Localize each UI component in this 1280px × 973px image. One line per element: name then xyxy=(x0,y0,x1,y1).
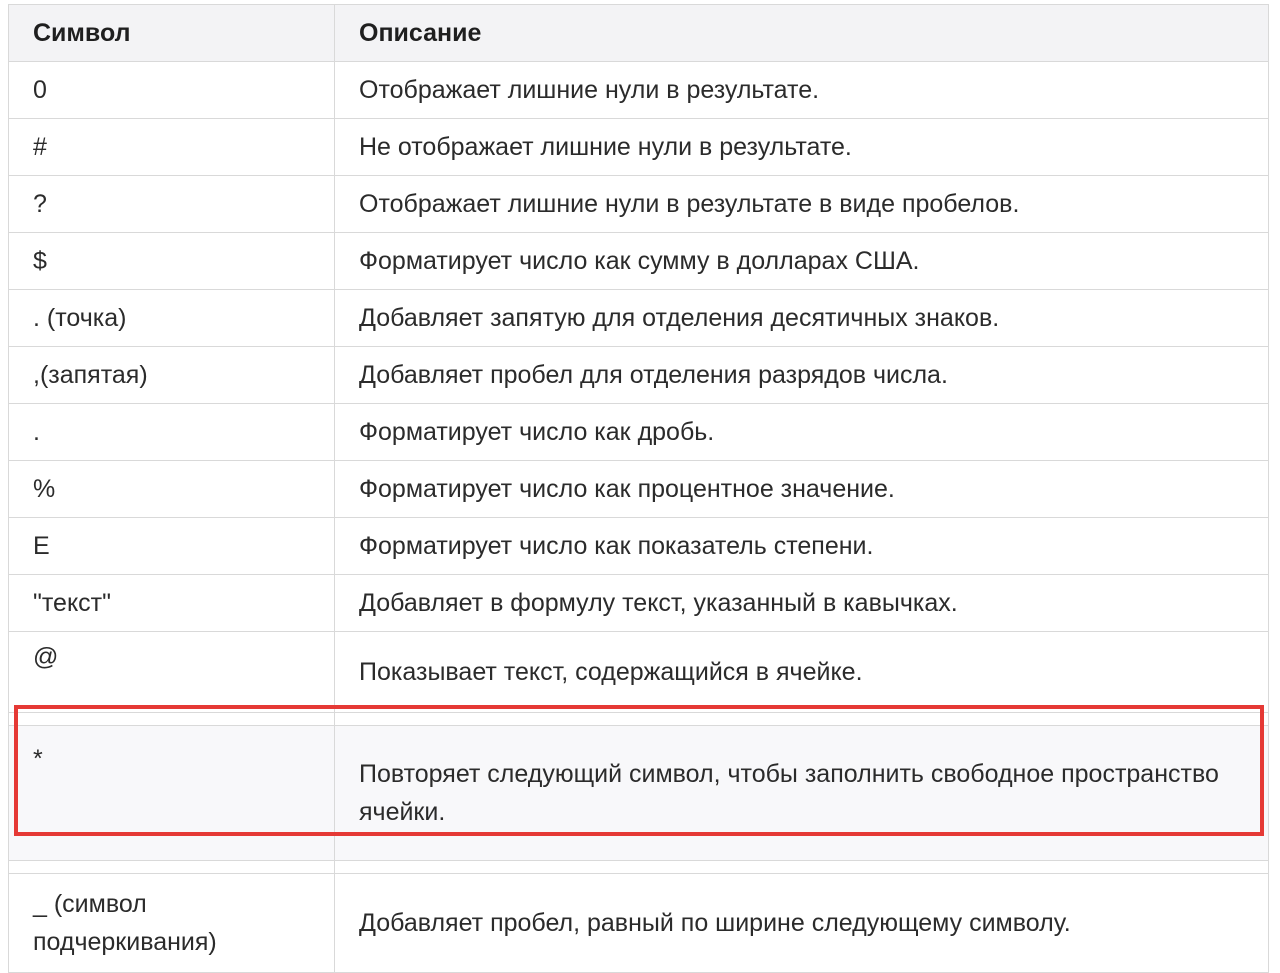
table-header-row: Символ Описание xyxy=(8,4,1269,62)
description-cell: Отображает лишние нули в результате. xyxy=(334,61,1269,119)
table-row: E Форматирует число как показатель степе… xyxy=(8,517,1269,575)
table-row-highlighted: * Повторяет следующий символ, чтобы запо… xyxy=(8,725,1269,861)
symbol-cell: ,(запятая) xyxy=(8,346,335,404)
description-cell: Показывает текст, содержащийся в ячейке. xyxy=(334,631,1269,713)
description-cell: Форматирует число как процентное значени… xyxy=(334,460,1269,518)
header-description: Описание xyxy=(334,4,1269,62)
description-cell: Добавляет пробел для отделения разрядов … xyxy=(334,346,1269,404)
symbol-cell: E xyxy=(8,517,335,575)
table-row: @ Показывает текст, содержащийся в ячейк… xyxy=(8,631,1269,713)
format-symbols-table: Символ Описание 0 Отображает лишние нули… xyxy=(8,4,1269,973)
description-cell: Добавляет в формулу текст, указанный в к… xyxy=(334,574,1269,632)
symbol-cell: # xyxy=(8,118,335,176)
symbol-cell: % xyxy=(8,460,335,518)
description-cell: Не отображает лишние нули в результате. xyxy=(334,118,1269,176)
table-row: ? Отображает лишние нули в результате в … xyxy=(8,175,1269,233)
spacer-cell xyxy=(334,712,1269,726)
description-cell: Форматирует число как показатель степени… xyxy=(334,517,1269,575)
description-cell: Форматирует число как сумму в долларах С… xyxy=(334,232,1269,290)
spacer-cell xyxy=(8,860,335,874)
table-row: # Не отображает лишние нули в результате… xyxy=(8,118,1269,176)
symbol-cell: "текст" xyxy=(8,574,335,632)
symbol-cell: @ xyxy=(8,631,335,713)
symbol-cell: 0 xyxy=(8,61,335,119)
symbol-cell: $ xyxy=(8,232,335,290)
description-cell: Отображает лишние нули в результате в ви… xyxy=(334,175,1269,233)
table-row: . Форматирует число как дробь. xyxy=(8,403,1269,461)
description-cell: Повторяет следующий символ, чтобы заполн… xyxy=(334,725,1269,861)
table-row-spacer xyxy=(8,712,1269,726)
description-cell: Форматирует число как дробь. xyxy=(334,403,1269,461)
format-symbols-table-container: Символ Описание 0 Отображает лишние нули… xyxy=(8,4,1269,973)
table-row: "текст" Добавляет в формулу текст, указа… xyxy=(8,574,1269,632)
table-row: % Форматирует число как процентное значе… xyxy=(8,460,1269,518)
spacer-cell xyxy=(334,860,1269,874)
symbol-cell: * xyxy=(8,725,335,861)
description-cell: Добавляет пробел, равный по ширине следу… xyxy=(334,873,1269,973)
table-row-spacer xyxy=(8,860,1269,874)
table-row: . (точка) Добавляет запятую для отделени… xyxy=(8,289,1269,347)
spacer-cell xyxy=(8,712,335,726)
table-row: _ (символ подчеркивания) Добавляет пробе… xyxy=(8,873,1269,973)
symbol-cell: . (точка) xyxy=(8,289,335,347)
header-symbol: Символ xyxy=(8,4,335,62)
table-row: ,(запятая) Добавляет пробел для отделени… xyxy=(8,346,1269,404)
symbol-cell: _ (символ подчеркивания) xyxy=(8,873,335,973)
symbol-cell: ? xyxy=(8,175,335,233)
symbol-cell: . xyxy=(8,403,335,461)
table-row: 0 Отображает лишние нули в результате. xyxy=(8,61,1269,119)
table-row: $ Форматирует число как сумму в долларах… xyxy=(8,232,1269,290)
description-cell: Добавляет запятую для отделения десятичн… xyxy=(334,289,1269,347)
